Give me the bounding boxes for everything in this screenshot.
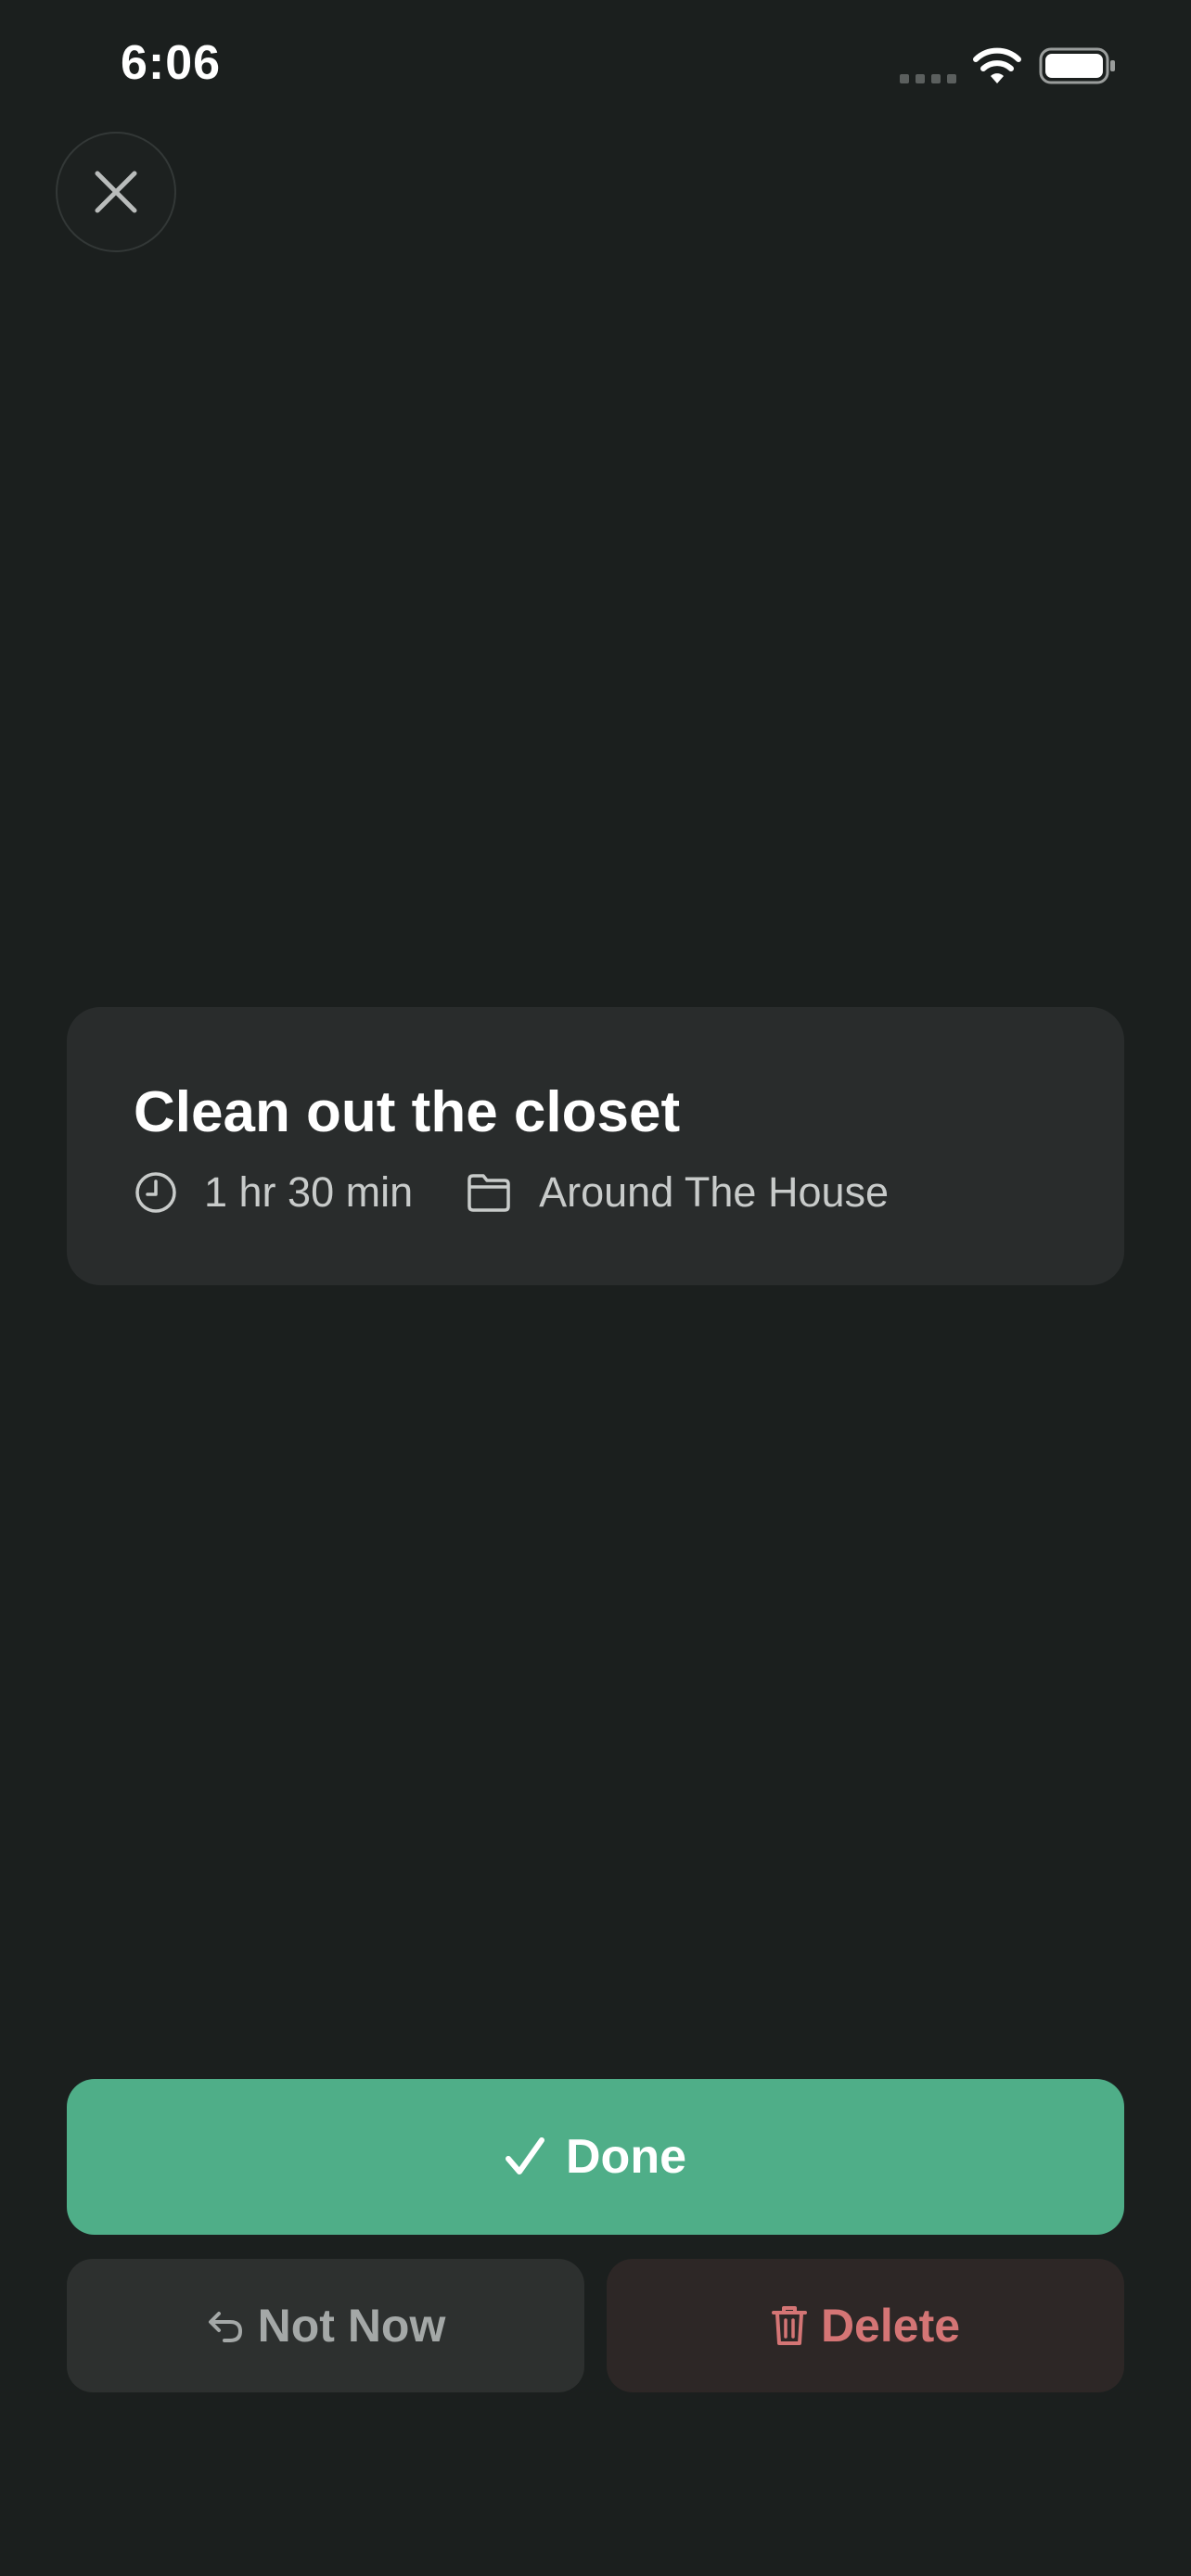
task-project: Around The House: [539, 1168, 890, 1216]
status-time: 6:06: [121, 36, 222, 90]
battery-icon: [1039, 47, 1115, 84]
wifi-icon: [973, 47, 1021, 83]
close-button[interactable]: [56, 132, 176, 252]
done-button[interactable]: Done: [67, 2079, 1124, 2235]
checkmark-icon: [506, 2137, 544, 2174]
status-bar: 6:06: [0, 0, 1191, 130]
folder-icon: [467, 1174, 510, 1212]
delete-button[interactable]: Delete: [607, 2259, 1124, 2392]
task-duration: 1 hr 30 min: [204, 1168, 414, 1216]
delete-label: Delete: [820, 2300, 961, 2352]
not-now-label: Not Now: [257, 2300, 446, 2352]
not-now-button[interactable]: Not Now: [67, 2259, 584, 2392]
clock-icon: [135, 1172, 176, 1213]
done-label: Done: [566, 2130, 686, 2184]
undo-arrow-icon: [208, 2312, 242, 2342]
task-card[interactable]: Clean out the closet 1 hr 30 min Around …: [67, 1007, 1124, 1285]
task-meta: 1 hr 30 min Around The House: [134, 1167, 889, 1218]
close-icon: [95, 171, 137, 213]
task-title: Clean out the closet: [134, 1080, 681, 1144]
signal-dots-icon: [900, 74, 956, 83]
trash-icon: [771, 2306, 807, 2345]
